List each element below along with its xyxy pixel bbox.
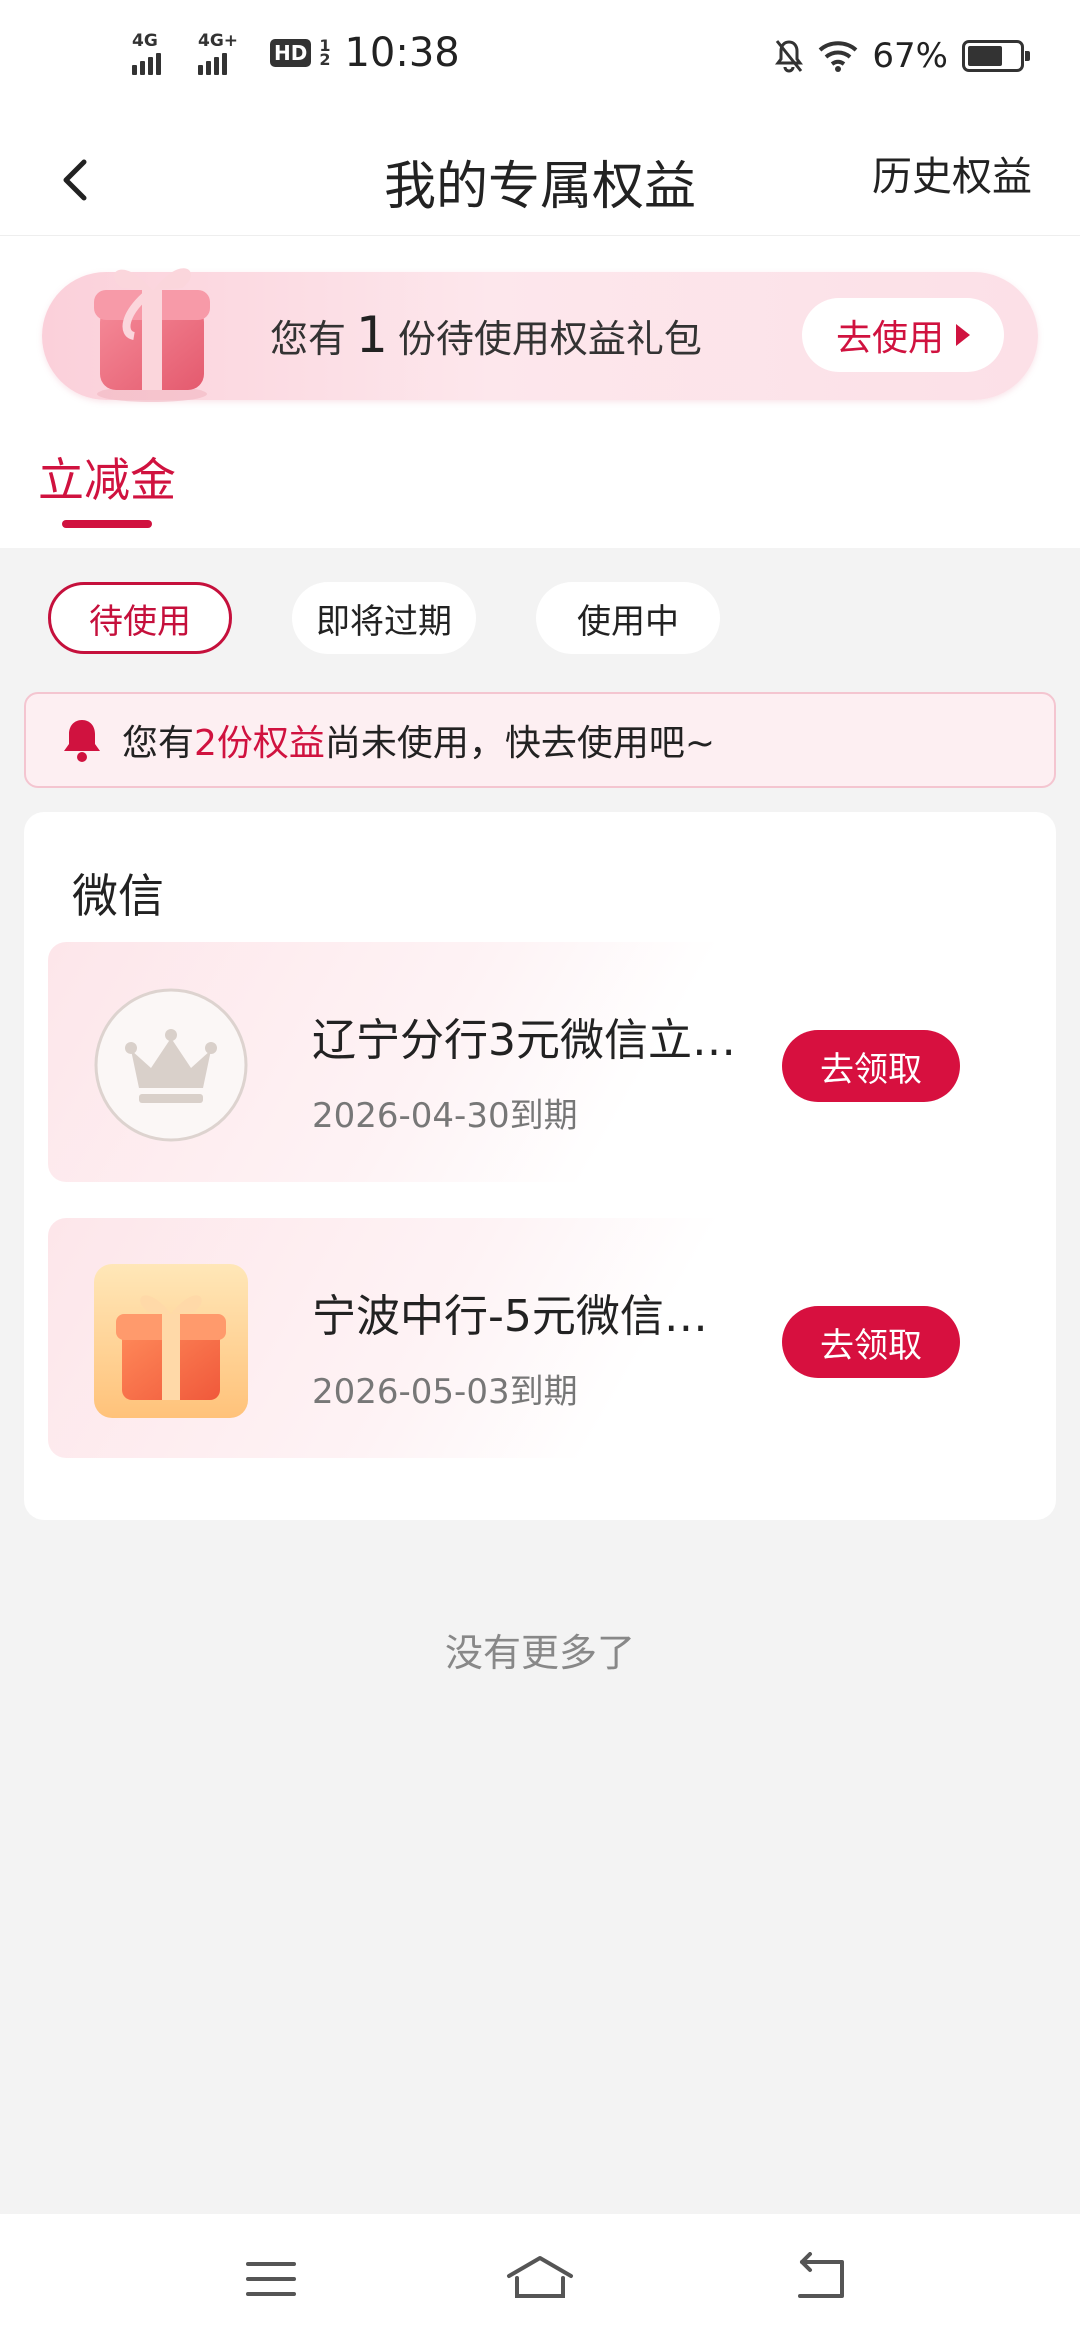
network-type-1: 4G xyxy=(132,31,158,51)
gift-banner[interactable]: 您有 1 份待使用权益礼包 去使用 xyxy=(42,268,1038,402)
back-icon[interactable] xyxy=(786,2252,856,2306)
claim-button[interactable]: 去领取 xyxy=(782,1306,960,1378)
history-link[interactable]: 历史权益 xyxy=(872,144,1032,202)
benefit-item[interactable]: 辽宁分行3元微信立… 2026-04-30到期 去领取 xyxy=(48,942,1032,1182)
status-time: 10:38 xyxy=(344,30,460,76)
play-triangle-icon xyxy=(956,324,970,346)
filter-expiring[interactable]: 即将过期 xyxy=(292,582,476,654)
banner-count: 1 xyxy=(356,306,388,364)
benefit-name: 辽宁分行3元微信立… xyxy=(312,1015,736,1066)
no-more-text: 没有更多了 xyxy=(444,1631,635,1675)
benefit-item[interactable]: 宁波中行-5元微信… 2026-05-03到期 去领取 xyxy=(48,1218,1032,1458)
wifi-icon xyxy=(819,41,858,72)
banner-text: 您有 1 份待使用权益礼包 xyxy=(270,306,702,364)
tab-instant-discount[interactable]: 立减金 xyxy=(38,444,176,510)
signal-2-icon: 4G+ xyxy=(198,31,256,75)
hd-sim-index: 1 2 xyxy=(319,36,331,69)
gift-box-icon xyxy=(94,268,210,402)
crown-icon xyxy=(94,988,248,1142)
notice-highlight: 2份权益 xyxy=(194,723,325,764)
battery-fill xyxy=(968,46,1002,66)
network-type-2: 4G+ xyxy=(198,31,239,51)
section-title: 微信 xyxy=(72,869,164,923)
benefit-card: 微信 辽宁分行3元微信立… 2026-04-30到期 去领取 宁波中行-5元微信… xyxy=(24,812,1056,1520)
status-left: 4G 4G+ HD 1 2 10:38 xyxy=(132,30,460,76)
filter-pending[interactable]: 待使用 xyxy=(48,582,232,654)
battery-icon xyxy=(962,40,1030,72)
home-icon[interactable] xyxy=(505,2252,575,2306)
bell-icon xyxy=(64,720,100,762)
system-nav-bar xyxy=(0,2214,1080,2340)
status-right: 67% xyxy=(774,36,1030,76)
claim-button[interactable]: 去领取 xyxy=(782,1030,960,1102)
status-bar: 4G 4G+ HD 1 2 10:38 67% xyxy=(0,0,1080,120)
unused-notice: 您有 2份权益 尚未使用，快去使用吧~ xyxy=(24,692,1056,788)
menu-icon[interactable] xyxy=(236,2252,306,2306)
use-now-button[interactable]: 去使用 xyxy=(802,298,1004,372)
signal-1-icon: 4G xyxy=(132,31,190,75)
filter-in-use[interactable]: 使用中 xyxy=(536,582,720,654)
filter-chips: 待使用 即将过期 使用中 xyxy=(48,582,720,654)
nav-bar: 我的专属权益 历史权益 xyxy=(0,120,1080,236)
benefit-expiry: 2026-04-30到期 xyxy=(312,1096,578,1136)
benefit-expiry: 2026-05-03到期 xyxy=(312,1372,578,1412)
tab-active-indicator xyxy=(62,520,152,528)
header-section: 您有 1 份待使用权益礼包 去使用 立减金 xyxy=(0,236,1080,548)
hd-icon: HD xyxy=(270,39,312,67)
gift-box-icon xyxy=(94,1264,248,1418)
bell-muted-icon xyxy=(775,40,804,73)
battery-percent: 67% xyxy=(872,36,948,76)
benefit-name: 宁波中行-5元微信… xyxy=(312,1291,708,1342)
